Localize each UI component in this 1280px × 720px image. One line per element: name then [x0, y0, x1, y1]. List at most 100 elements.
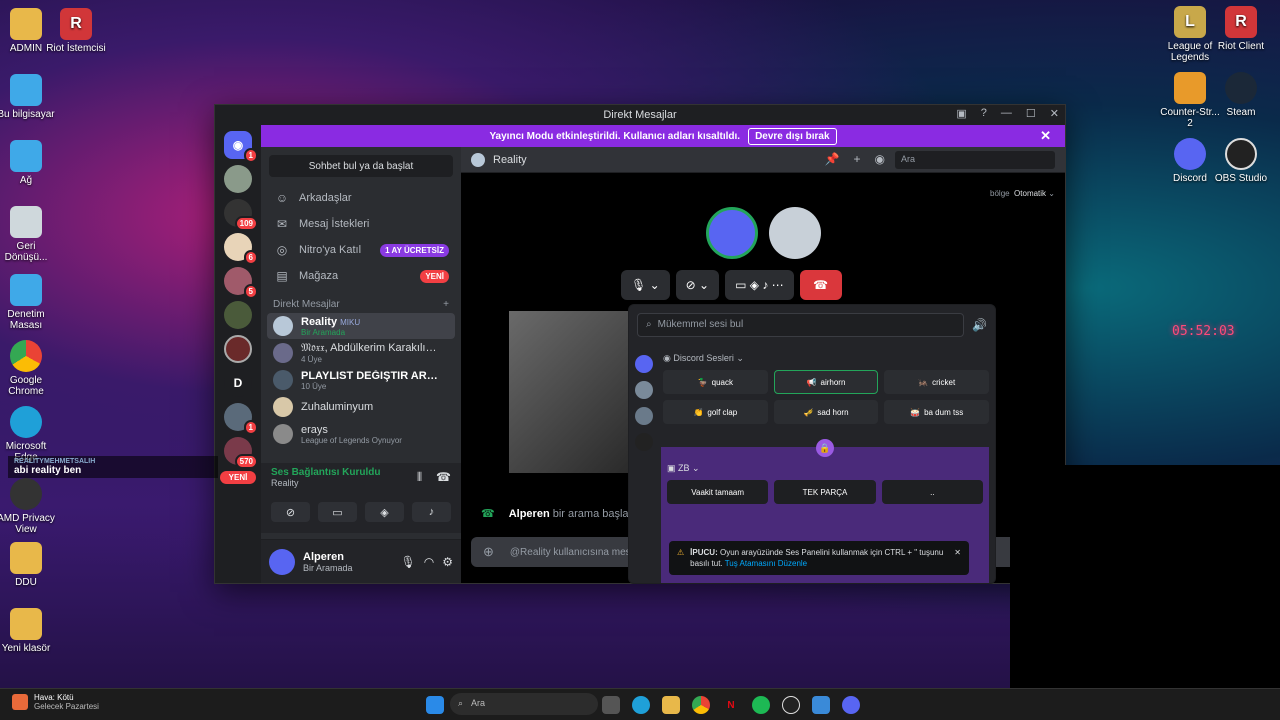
- screen-share-button[interactable]: ▭ ◈ ♪ ⋯: [725, 270, 794, 300]
- sound-button[interactable]: TEK PARÇA: [774, 480, 876, 504]
- screen-share-button[interactable]: ▭: [318, 502, 357, 522]
- section-header[interactable]: ▣ ZB ⌄: [667, 463, 983, 474]
- sound-button[interactable]: Vaakit tamaam: [667, 480, 769, 504]
- new-badge[interactable]: YENİ: [220, 471, 256, 484]
- obs-icon[interactable]: [782, 696, 800, 714]
- close-button[interactable]: ✕: [1050, 107, 1059, 120]
- dm-row[interactable]: 𝔐𝔬𝔵𝔵, Abdülkerim Karakılıç, ... 4 Üye: [267, 340, 455, 366]
- discord-icon[interactable]: [635, 355, 653, 373]
- pin-icon[interactable]: 📌: [825, 152, 840, 166]
- sound-button[interactable]: 🎺 sad horn: [773, 400, 879, 424]
- server-icon[interactable]: 109: [224, 199, 258, 231]
- desktop-icon-riot[interactable]: R Riot İstemcisi: [44, 8, 108, 54]
- search-input[interactable]: Ara: [895, 151, 1055, 169]
- sound-button[interactable]: 🦗 cricket: [884, 370, 989, 394]
- desktop-icon-network[interactable]: Ağ: [0, 140, 58, 186]
- avatar: [471, 152, 485, 167]
- sound-button[interactable]: 🥁 ba dum tss: [884, 400, 989, 424]
- app-icon[interactable]: [812, 696, 830, 714]
- edit-keybind-link[interactable]: Tuş Atamasını Düzenle: [725, 559, 807, 568]
- desktop-icon-recycle-bin[interactable]: Geri Dönüşü...: [0, 206, 58, 263]
- dm-row[interactable]: Reality MIKU Bir Aramada: [267, 313, 455, 339]
- task-view-icon[interactable]: [602, 696, 620, 714]
- disconnect-icon[interactable]: ☎: [436, 470, 451, 485]
- server-icon[interactable]: [224, 301, 252, 329]
- desktop-icon-control-panel[interactable]: Denetim Masası: [0, 274, 58, 331]
- taskbar-search[interactable]: ⌕ Ara: [450, 693, 598, 715]
- discord-icon[interactable]: [842, 696, 860, 714]
- server-icon[interactable]: 570: [224, 437, 258, 469]
- nitro-icon: ◎: [276, 243, 288, 257]
- server-icon[interactable]: [635, 381, 653, 399]
- find-conversation-button[interactable]: Sohbet bul ya da başlat: [269, 155, 453, 177]
- add-dm-icon[interactable]: +: [443, 299, 449, 310]
- chrome-icon[interactable]: [692, 696, 710, 714]
- minimize-button[interactable]: —: [1001, 107, 1012, 120]
- user-panel: Alperen Bir Aramada 🎙 ◠ ⚙: [261, 539, 461, 583]
- dm-row[interactable]: erays League of Legends Oynuyor: [267, 421, 455, 447]
- leave-call-button[interactable]: ☎: [799, 270, 842, 300]
- server-icon[interactable]: 6: [224, 233, 258, 265]
- region-selector[interactable]: bölge Otomatik ⌄: [990, 189, 1055, 198]
- help-icon[interactable]: ?: [981, 107, 987, 120]
- mute-button[interactable]: 🎙 ⌄: [621, 270, 670, 300]
- desktop-icon-amd[interactable]: AMD Privacy View: [0, 478, 58, 535]
- edge-icon[interactable]: [632, 696, 650, 714]
- add-attachment-icon[interactable]: ⊕: [483, 544, 494, 560]
- activity-button[interactable]: ◈: [365, 502, 404, 522]
- dm-row[interactable]: PLAYLIST DEĞIŞTIR ARTIK A...10 Üye: [267, 367, 455, 393]
- sound-button[interactable]: 📢 airhorn: [773, 370, 879, 394]
- server-icon[interactable]: 1: [224, 403, 258, 435]
- server-icon[interactable]: [635, 433, 653, 451]
- windows-start-icon[interactable]: [426, 696, 444, 714]
- spotify-icon[interactable]: [752, 696, 770, 714]
- close-icon[interactable]: ✕: [954, 547, 961, 569]
- microphone-icon[interactable]: 🎙: [401, 555, 416, 569]
- sound-button[interactable]: ..: [881, 480, 983, 504]
- lock-icon: 🔒: [816, 439, 834, 457]
- nav-message-requests[interactable]: ✉ Mesaj İstekleri: [261, 211, 461, 237]
- add-friend-icon[interactable]: +: [854, 152, 861, 166]
- headphones-icon[interactable]: ◠: [424, 555, 434, 569]
- profile-icon[interactable]: ◉: [875, 152, 885, 166]
- desktop-icon-obs[interactable]: OBS Studio: [1209, 138, 1273, 184]
- desktop-icon-new-folder[interactable]: Yeni klasör: [0, 608, 58, 654]
- avatar[interactable]: [269, 548, 295, 575]
- desktop-icon-edge[interactable]: Microsoft Edge: [0, 406, 58, 463]
- sound-button[interactable]: 🦆 quack: [663, 370, 768, 394]
- search-icon: ⌕: [458, 698, 464, 708]
- home-button[interactable]: ◉ 1: [224, 131, 258, 163]
- desktop-icon-steam[interactable]: Steam: [1209, 72, 1273, 118]
- server-icon[interactable]: D: [224, 369, 252, 397]
- sound-button[interactable]: 👏 golf clap: [663, 400, 768, 424]
- maximize-button[interactable]: ☐: [1026, 107, 1036, 120]
- server-icon[interactable]: 5: [224, 267, 258, 299]
- close-icon[interactable]: ✕: [1040, 128, 1051, 144]
- server-icon[interactable]: [224, 335, 252, 363]
- desktop-icon-chrome[interactable]: Google Chrome: [0, 340, 58, 397]
- section-header[interactable]: ◉ Discord Sesleri ⌄: [663, 353, 989, 364]
- server-icon[interactable]: [635, 407, 653, 425]
- desktop-icon-ddu[interactable]: DDU: [0, 542, 58, 588]
- weather-widget[interactable]: Hava: Kötü Gelecek Pazartesi: [12, 693, 99, 711]
- soundboard-button[interactable]: ♪: [412, 502, 451, 522]
- dm-row[interactable]: Zuhaluminyum: [267, 394, 455, 420]
- noise-suppression-icon[interactable]: ⫴: [417, 470, 422, 485]
- inbox-icon[interactable]: ▣: [956, 107, 966, 120]
- server-icon[interactable]: [224, 165, 252, 193]
- nav-friends[interactable]: ☺ Arkadaşlar: [261, 185, 461, 211]
- settings-gear-icon[interactable]: ⚙: [442, 555, 453, 569]
- file-explorer-icon[interactable]: [662, 696, 680, 714]
- mail-icon: ✉: [276, 217, 288, 231]
- netflix-icon[interactable]: N: [722, 696, 740, 714]
- desktop-icon-riot-client[interactable]: R Riot Client: [1209, 6, 1273, 52]
- camera-button[interactable]: ⊘ ⌄: [675, 270, 720, 300]
- nav-nitro[interactable]: ◎ Nitro'ya Katıl 1 AY ÜCRETSİZ: [261, 237, 461, 263]
- desktop-icon-this-pc[interactable]: Bu bilgisayar: [0, 74, 58, 120]
- friends-icon: ☺: [275, 191, 289, 205]
- disable-streamer-mode-button[interactable]: Devre dışı bırak: [748, 127, 837, 145]
- soundboard-search-input[interactable]: ⌕ Mükemmel sesi bul: [637, 313, 965, 337]
- camera-off-button[interactable]: ⊘: [271, 502, 310, 522]
- nav-shop[interactable]: ▤ Mağaza YENİ: [261, 263, 461, 289]
- volume-icon[interactable]: 🔊: [972, 318, 987, 332]
